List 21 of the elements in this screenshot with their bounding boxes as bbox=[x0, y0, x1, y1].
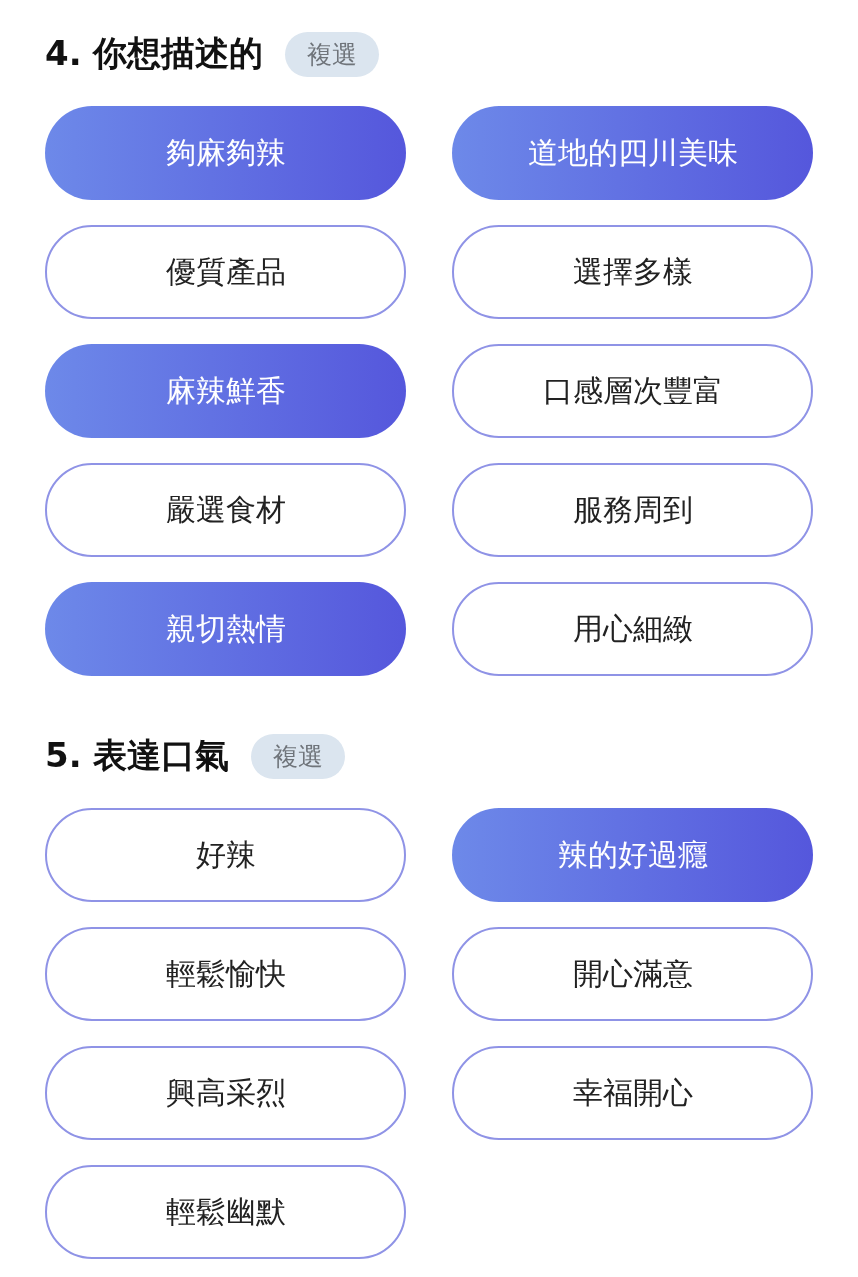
option-button[interactable]: 麻辣鮮香 bbox=[45, 344, 406, 438]
option-button[interactable]: 用心細緻 bbox=[452, 582, 813, 676]
option-button[interactable]: 夠麻夠辣 bbox=[45, 106, 406, 200]
multi-select-badge: 複選 bbox=[251, 733, 346, 779]
option-button[interactable]: 道地的四川美味 bbox=[452, 106, 813, 200]
section-title: 4. 你想描述的 bbox=[45, 32, 264, 75]
option-button[interactable]: 親切熱情 bbox=[45, 582, 406, 676]
option-button[interactable]: 輕鬆愉快 bbox=[45, 927, 406, 1021]
option-button[interactable]: 口感層次豐富 bbox=[452, 344, 813, 438]
option-button[interactable]: 好辣 bbox=[45, 808, 406, 902]
option-button[interactable]: 輕鬆幽默 bbox=[45, 1165, 406, 1259]
option-button[interactable]: 辣的好過癮 bbox=[452, 808, 813, 902]
option-button[interactable]: 嚴選食材 bbox=[45, 463, 406, 557]
option-button[interactable]: 幸福開心 bbox=[452, 1046, 813, 1140]
option-button[interactable]: 開心滿意 bbox=[452, 927, 813, 1021]
option-button[interactable]: 選擇多樣 bbox=[452, 225, 813, 319]
section-title: 5. 表達口氣 bbox=[45, 734, 230, 777]
multi-select-badge: 複選 bbox=[285, 31, 380, 77]
option-button[interactable]: 優質產品 bbox=[45, 225, 406, 319]
option-button[interactable]: 服務周到 bbox=[452, 463, 813, 557]
option-button[interactable]: 興高采烈 bbox=[45, 1046, 406, 1140]
